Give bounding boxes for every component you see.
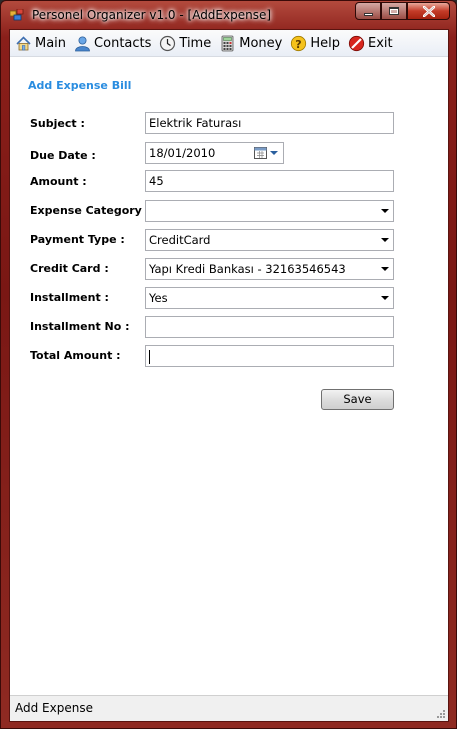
contacts-icon <box>75 36 90 51</box>
maximize-button[interactable] <box>381 2 407 20</box>
menu-exit-label: Exit <box>367 35 393 51</box>
exit-icon <box>348 35 365 51</box>
home-icon <box>16 35 31 50</box>
menu-contacts-label: Contacts <box>94 35 152 51</box>
menu-main-label: Main <box>35 35 67 51</box>
chevron-down-icon <box>381 238 389 242</box>
calculator-icon <box>221 35 234 51</box>
credit-card-select[interactable]: Yapı Kredi Bankası - 32163546543 <box>145 258 394 280</box>
date-dropdown-arrow-icon[interactable] <box>270 151 278 155</box>
installment-value: Yes <box>149 291 168 305</box>
chevron-down-icon <box>381 209 389 213</box>
minimize-icon <box>363 13 373 16</box>
window-title: Personel Organizer v1.0 - [AddExpense] <box>32 8 272 22</box>
expense-category-label: Expense Category : <box>30 204 151 217</box>
menu-main[interactable]: Main <box>12 32 71 54</box>
total-amount-input[interactable] <box>145 345 394 367</box>
installment-label: Installment : <box>30 291 109 304</box>
calendar-icon[interactable] <box>254 146 267 159</box>
clock-icon <box>160 35 176 51</box>
text-cursor <box>149 349 150 364</box>
minimize-button[interactable] <box>355 2 381 20</box>
due-date-picker[interactable]: 18/01/2010 <box>145 142 284 164</box>
credit-card-label: Credit Card : <box>30 262 109 275</box>
menu-help[interactable]: ? Help <box>287 32 345 54</box>
close-icon <box>422 5 435 17</box>
menu-money[interactable]: Money <box>216 32 287 54</box>
maximize-icon <box>389 7 399 15</box>
menu-exit[interactable]: Exit <box>345 32 398 54</box>
installment-no-input[interactable] <box>145 316 394 338</box>
due-date-value: 18/01/2010 <box>149 146 216 160</box>
app-icon <box>10 9 24 21</box>
menu-help-label: Help <box>310 35 340 51</box>
total-amount-label: Total Amount : <box>30 349 121 362</box>
status-bar: Add Expense <box>10 695 448 721</box>
close-button[interactable] <box>407 2 450 20</box>
amount-label: Amount : <box>30 175 87 188</box>
menu-time[interactable]: Time <box>156 32 216 54</box>
chevron-down-icon <box>381 267 389 271</box>
due-date-label: Due Date : <box>30 149 96 162</box>
app-window: Personel Organizer v1.0 - [AddExpense] M… <box>0 0 457 729</box>
menu-contacts[interactable]: Contacts <box>71 32 156 54</box>
subject-label: Subject : <box>30 117 85 130</box>
chevron-down-icon <box>381 296 389 300</box>
menu-time-label: Time <box>179 35 212 51</box>
expense-category-select[interactable] <box>145 200 394 222</box>
amount-input[interactable]: 45 <box>145 170 394 192</box>
client-area: Main Contacts Time Money ? Help Exit Add… <box>9 29 449 722</box>
subject-input[interactable]: Elektrik Faturası <box>145 112 394 134</box>
credit-card-value: Yapı Kredi Bankası - 32163546543 <box>149 262 346 276</box>
title-bar[interactable]: Personel Organizer v1.0 - [AddExpense] <box>1 1 456 29</box>
menu-bar: Main Contacts Time Money ? Help Exit <box>10 30 448 57</box>
payment-type-select[interactable]: CreditCard <box>145 229 394 251</box>
payment-type-label: Payment Type : <box>30 233 125 246</box>
resize-grip-icon[interactable] <box>435 708 445 718</box>
menu-money-label: Money <box>239 35 283 51</box>
installment-select[interactable]: Yes <box>145 287 394 309</box>
add-expense-form: Add Expense Bill Subject : Elektrik Fatu… <box>10 57 448 695</box>
payment-type-value: CreditCard <box>149 233 211 247</box>
status-text: Add Expense <box>15 701 93 715</box>
save-button[interactable]: Save <box>321 389 394 410</box>
svg-text:?: ? <box>296 37 302 50</box>
caption-buttons <box>355 2 450 20</box>
installment-no-label: Installment No : <box>30 320 130 333</box>
form-title: Add Expense Bill <box>28 79 132 92</box>
help-icon: ? <box>291 35 307 51</box>
